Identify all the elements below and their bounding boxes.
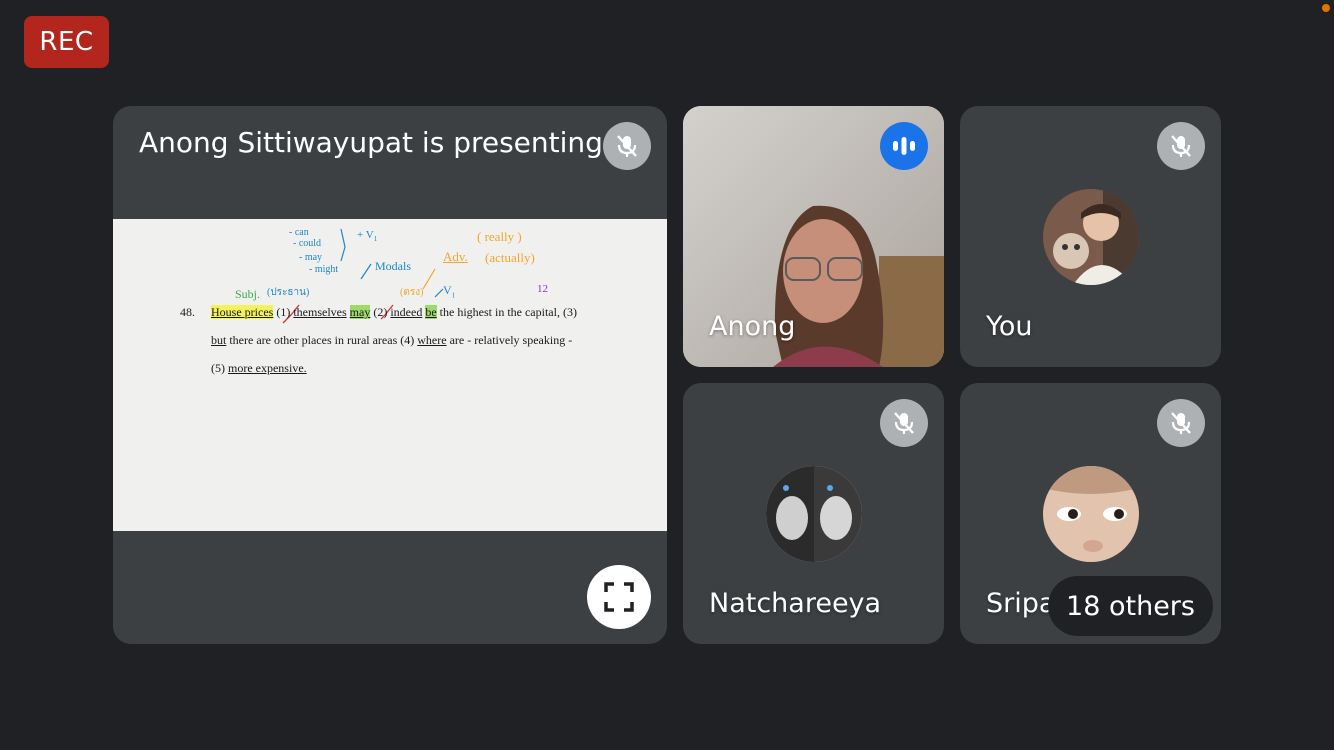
house-prices-text: House prices — [211, 305, 274, 319]
themselves-text: themselves — [293, 305, 347, 319]
participant-name: Sripa — [986, 588, 1056, 619]
slide-line-1: House prices (1) themselves may (2) inde… — [211, 305, 577, 320]
fullscreen-button[interactable] — [587, 565, 651, 629]
avatar — [1043, 466, 1139, 562]
participant-tile-anong[interactable]: Anong — [683, 106, 944, 367]
where-text: where — [417, 333, 447, 347]
but-text: but — [211, 333, 227, 347]
presentation-title: Anong Sittiwayupat is presenting — [139, 126, 603, 159]
slide-line-2: but there are other places in rural area… — [211, 333, 572, 348]
participant-name: Natchareeya — [709, 588, 882, 619]
mic-off-icon — [880, 399, 928, 447]
marker-2: (2) — [373, 305, 388, 319]
marker-5: (5) — [211, 361, 225, 375]
line2-middle: there are other places in rural areas (4… — [229, 333, 415, 347]
may-text: may — [349, 305, 371, 319]
recording-badge: REC — [24, 16, 109, 68]
indeed-text: indeed — [390, 305, 423, 319]
line1-rest: the highest in the capital, (3) — [439, 305, 577, 319]
mic-off-icon — [1157, 122, 1205, 170]
status-dot — [1322, 4, 1330, 12]
line2-rest: are - relatively speaking - — [449, 333, 573, 347]
participant-tile-you[interactable]: You — [960, 106, 1221, 367]
mic-off-icon — [1157, 399, 1205, 447]
marker-1: (1) — [276, 305, 291, 319]
more-expensive-text: more expensive. — [228, 361, 307, 375]
avatar — [766, 466, 862, 562]
presentation-tile[interactable]: Anong Sittiwayupat is presenting - can -… — [113, 106, 667, 644]
question-number: 48. — [180, 305, 195, 319]
participant-name: You — [986, 311, 1033, 342]
speaking-indicator-icon — [880, 122, 928, 170]
others-count-button[interactable]: 18 others — [1048, 576, 1213, 636]
slide-line-3: (5) more expensive. — [211, 361, 307, 376]
shared-slide: - can - could - may - might + V1 Modals … — [113, 219, 667, 531]
be-text: be — [425, 305, 437, 319]
avatar — [1043, 189, 1139, 285]
participant-name: Anong — [709, 311, 796, 342]
participant-tile-natchareeya[interactable]: Natchareeya — [683, 383, 944, 644]
mic-off-icon — [603, 122, 651, 170]
fullscreen-icon — [604, 582, 634, 612]
annotation-strokes — [282, 228, 444, 324]
